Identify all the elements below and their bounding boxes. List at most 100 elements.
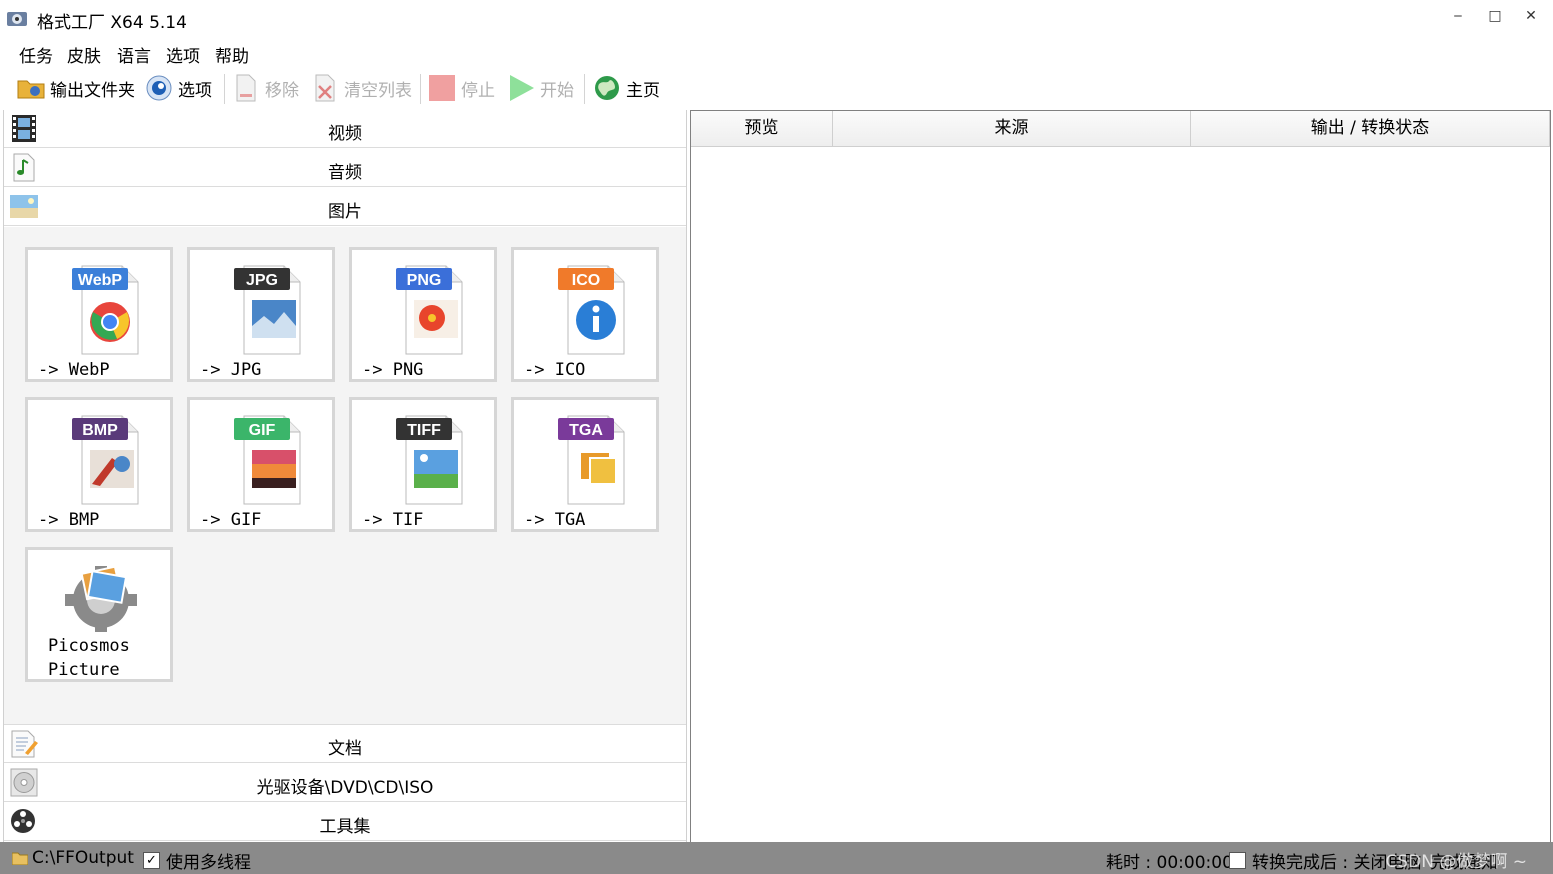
format-caption: -> GIF bbox=[200, 510, 262, 530]
toolbar-divider bbox=[584, 74, 585, 104]
ico-file-icon: ICO bbox=[558, 265, 625, 355]
webp-file-icon: WebP bbox=[72, 265, 139, 355]
format-tile-webp[interactable]: WebP -> WebP bbox=[25, 247, 173, 382]
csdn-watermark: CSDN @做梦啊 ~ bbox=[1385, 852, 1527, 872]
png-file-icon: PNG bbox=[396, 265, 463, 355]
bmp-tag: BMP bbox=[82, 422, 118, 439]
column-output-status[interactable]: 输出 / 转换状态 bbox=[1191, 111, 1550, 147]
options-label: 选项 bbox=[178, 80, 212, 101]
format-tile-ico[interactable]: ICO -> ICO bbox=[511, 247, 659, 382]
close-button[interactable]: ✕ bbox=[1516, 8, 1546, 30]
toolbar-divider bbox=[224, 74, 225, 104]
title-bar: 格式工厂 X64 5.14 ‒ □ ✕ bbox=[0, 0, 1553, 38]
toolbar: 输出文件夹 选项 移除 清空列表 停止 开始 主页 bbox=[0, 68, 700, 108]
tiff-tag: TIFF bbox=[407, 422, 441, 439]
category-tools-label: 工具集 bbox=[319, 817, 371, 837]
category-audio-label: 音频 bbox=[328, 163, 362, 183]
elapsed-text: 耗时 : 00:00:00 bbox=[1106, 853, 1233, 873]
category-tools[interactable]: 工具集 bbox=[4, 803, 686, 841]
format-caption: -> ICO bbox=[524, 360, 586, 380]
picosmos-gear-icon bbox=[65, 565, 137, 632]
multithread-option[interactable]: ✓ 使用多线程 bbox=[143, 848, 251, 873]
bmp-file-icon: BMP bbox=[72, 415, 139, 505]
category-optical-label: 光驱设备\DVD\CD\ISO bbox=[256, 778, 434, 798]
shutdown-checkbox[interactable] bbox=[1229, 852, 1246, 869]
multithread-checkbox[interactable]: ✓ bbox=[143, 852, 160, 869]
format-tile-bmp[interactable]: BMP -> BMP bbox=[25, 397, 173, 532]
clear-list-icon bbox=[310, 73, 340, 103]
png-tag: PNG bbox=[407, 272, 442, 289]
category-document-label: 文档 bbox=[328, 739, 362, 759]
format-caption: -> WebP bbox=[38, 360, 110, 380]
stop-label: 停止 bbox=[461, 80, 495, 101]
status-bar: C:\FFOutput ✓ 使用多线程 耗时 : 00:00:00 转换完成后 … bbox=[0, 842, 1553, 874]
menu-language[interactable]: 语言 bbox=[117, 42, 151, 67]
format-caption: -> JPG bbox=[200, 360, 262, 380]
format-caption: -> PNG bbox=[362, 360, 424, 380]
picosmos-caption: Picosmos Picture bbox=[48, 634, 130, 682]
remove-button[interactable]: 移除 bbox=[231, 71, 299, 105]
category-document[interactable]: 文档 bbox=[4, 725, 686, 763]
format-tile-png[interactable]: PNG -> PNG bbox=[349, 247, 497, 382]
category-image-label: 图片 bbox=[328, 202, 362, 222]
format-caption: -> TIF bbox=[362, 510, 424, 530]
start-button[interactable]: 开始 bbox=[506, 71, 574, 105]
category-panel: 视频 音频 图片 WebP -> WebP JPG -> JPG PNG -> … bbox=[3, 110, 687, 842]
clear-list-label: 清空列表 bbox=[344, 80, 412, 101]
tga-tag: TGA bbox=[569, 422, 603, 439]
format-caption: -> TGA bbox=[524, 510, 586, 530]
menu-skin[interactable]: 皮肤 bbox=[67, 42, 101, 67]
maximize-button[interactable]: □ bbox=[1480, 8, 1510, 30]
elapsed-time: 耗时 : 00:00:00 bbox=[1106, 848, 1233, 873]
format-tile-jpg[interactable]: JPG -> JPG bbox=[187, 247, 335, 382]
output-folder-label: 输出文件夹 bbox=[50, 80, 135, 101]
menu-task[interactable]: 任务 bbox=[19, 42, 53, 67]
remove-label: 移除 bbox=[265, 80, 299, 101]
home-button[interactable]: 主页 bbox=[592, 71, 660, 105]
options-button[interactable]: 选项 bbox=[144, 71, 212, 105]
column-source[interactable]: 来源 bbox=[833, 111, 1191, 147]
category-image[interactable]: 图片 bbox=[4, 188, 686, 226]
globe-icon bbox=[592, 73, 622, 103]
picosmos-picture-tile[interactable]: Picosmos Picture bbox=[25, 547, 173, 682]
minimize-button[interactable]: ‒ bbox=[1443, 8, 1473, 30]
category-optical[interactable]: 光驱设备\DVD\CD\ISO bbox=[4, 764, 686, 802]
multithread-label: 使用多线程 bbox=[166, 853, 251, 873]
category-audio[interactable]: 音频 bbox=[4, 149, 686, 187]
format-tile-gif[interactable]: GIF -> GIF bbox=[187, 397, 335, 532]
clear-list-button[interactable]: 清空列表 bbox=[310, 71, 412, 105]
jpg-file-icon: JPG bbox=[234, 265, 301, 355]
toolbar-divider bbox=[420, 74, 421, 104]
folder-icon bbox=[16, 73, 46, 103]
output-path[interactable]: C:\FFOutput bbox=[12, 848, 134, 868]
image-format-grid: WebP -> WebP JPG -> JPG PNG -> PNG ICO -… bbox=[4, 227, 686, 725]
menu-help[interactable]: 帮助 bbox=[215, 42, 249, 67]
picosmos-line2: Picture bbox=[48, 660, 120, 680]
jpg-tag: JPG bbox=[246, 272, 278, 289]
format-tile-tga[interactable]: TGA -> TGA bbox=[511, 397, 659, 532]
category-video[interactable]: 视频 bbox=[4, 110, 686, 148]
tga-file-icon: TGA bbox=[558, 415, 625, 505]
category-video-label: 视频 bbox=[328, 124, 362, 144]
format-tile-tiff[interactable]: TIFF -> TIF bbox=[349, 397, 497, 532]
format-caption: -> BMP bbox=[38, 510, 100, 530]
stop-button[interactable]: 停止 bbox=[427, 71, 495, 105]
webp-tag: WebP bbox=[78, 272, 122, 289]
tiff-file-icon: TIFF bbox=[396, 415, 463, 505]
picosmos-line1: Picosmos bbox=[48, 636, 130, 656]
menu-bar: 任务 皮肤 语言 选项 帮助 bbox=[0, 38, 700, 67]
window-title: 格式工厂 X64 5.14 bbox=[37, 13, 187, 33]
start-label: 开始 bbox=[540, 80, 574, 101]
options-gear-icon bbox=[144, 73, 174, 103]
folder-icon bbox=[12, 852, 28, 865]
gif-tag: GIF bbox=[249, 422, 276, 439]
task-list-panel[interactable]: 预览 来源 输出 / 转换状态 bbox=[690, 110, 1551, 844]
ico-tag: ICO bbox=[572, 272, 600, 289]
menu-options[interactable]: 选项 bbox=[166, 42, 200, 67]
column-preview[interactable]: 预览 bbox=[691, 111, 833, 147]
remove-doc-icon bbox=[231, 73, 261, 103]
output-folder-button[interactable]: 输出文件夹 bbox=[16, 71, 135, 105]
format-factory-app-icon bbox=[7, 12, 27, 26]
home-label: 主页 bbox=[626, 80, 660, 101]
stop-icon bbox=[427, 73, 457, 103]
